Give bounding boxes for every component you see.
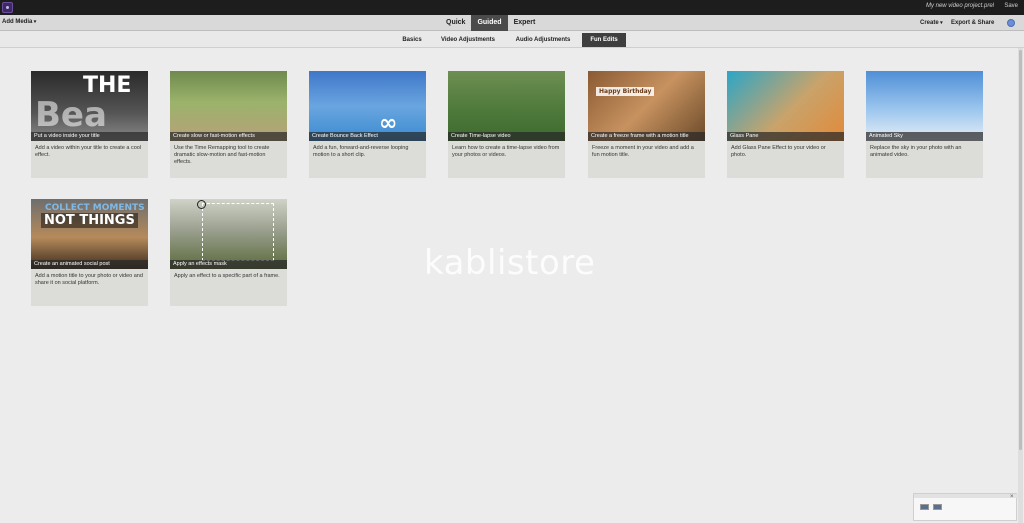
project-name: My new video project.prel [925, 3, 994, 9]
tile-description: Add a fun, forward-and-reverse looping m… [313, 145, 409, 158]
tile-description: Freeze a moment in your video and add a … [592, 145, 694, 158]
close-icon[interactable]: × [1010, 494, 1014, 500]
guided-tile[interactable]: Happy Birthday Create a freeze frame wit… [588, 71, 705, 178]
watermark-text: kablistore [424, 243, 596, 283]
mode-switcher: Quick Guided Expert [440, 15, 541, 31]
tab-guided[interactable]: Guided [471, 15, 508, 31]
tile-description: Use the Time Remapping tool to create dr… [174, 145, 270, 165]
subtab-video-adjustments[interactable]: Video Adjustments [438, 33, 498, 47]
mode-bar: Add Media Quick Guided Expert Create Exp… [0, 15, 1024, 31]
mini-clip-thumbnail[interactable] [920, 504, 929, 510]
guided-tile[interactable]: Create slow or fast-motion effects Use t… [170, 71, 287, 178]
tile-thumbnail: THE Bea Put a video inside your title [31, 71, 148, 141]
subtab-fun-edits[interactable]: Fun Edits [582, 33, 626, 47]
thumb-title-text: COLLECT MOMENTS [45, 203, 145, 213]
tile-description: Add Glass Pane Effect to your video or p… [731, 145, 826, 158]
tile-caption: Create Time-lapse video [448, 132, 565, 141]
tile-caption: Create an animated social post [31, 260, 148, 269]
export-share-button[interactable]: Export & Share [951, 20, 994, 26]
mini-timeline-panel[interactable]: × [913, 493, 1018, 521]
mini-clip-thumbnail[interactable] [933, 504, 942, 510]
subtab-audio-adjustments[interactable]: Audio Adjustments [512, 33, 574, 47]
tile-thumbnail: Create Time-lapse video [448, 71, 565, 141]
tile-description: Learn how to create a time-lapse video f… [452, 145, 560, 158]
tile-caption: Apply an effects mask [170, 260, 287, 269]
tile-thumbnail: COLLECT MOMENTS NOT THINGS Create an ani… [31, 199, 148, 269]
thumb-title-text-2: Bea [35, 95, 107, 135]
scrollbar-thumb[interactable] [1019, 50, 1022, 450]
thumb-title-text: Happy Birthday [596, 87, 655, 96]
tile-thumbnail: Animated Sky [866, 71, 983, 141]
guided-tile[interactable]: Glass Pane Add Glass Pane Effect to your… [727, 71, 844, 178]
tile-thumbnail: ∞ Create Bounce Back Effect [309, 71, 426, 141]
tile-caption: Animated Sky [866, 132, 983, 141]
add-media-button[interactable]: Add Media [2, 19, 36, 25]
save-button[interactable]: Save [1004, 3, 1018, 9]
guided-tile[interactable]: COLLECT MOMENTS NOT THINGS Create an ani… [31, 199, 148, 306]
tab-expert[interactable]: Expert [508, 15, 542, 31]
tile-caption: Put a video inside your title [31, 132, 148, 141]
app-logo-icon [2, 2, 13, 13]
title-bar: My new video project.prel Save [0, 0, 1024, 15]
guided-tile[interactable]: Create Time-lapse video Learn how to cre… [448, 71, 565, 178]
thumb-title-text-2: NOT THINGS [41, 213, 138, 228]
tile-description: Apply an effect to a specific part of a … [174, 273, 280, 279]
guided-tile[interactable]: THE Bea Put a video inside your title Ad… [31, 71, 148, 178]
guided-subtabs: Basics Video Adjustments Audio Adjustmen… [0, 31, 1024, 48]
mini-panel-header [914, 494, 1018, 498]
tile-description: Replace the sky in your photo with an an… [870, 145, 962, 158]
tile-caption: Create slow or fast-motion effects [170, 132, 287, 141]
guided-tile[interactable]: Animated Sky Replace the sky in your pho… [866, 71, 983, 178]
tile-caption: Create Bounce Back Effect [309, 132, 426, 141]
guided-tile[interactable]: ∞ Create Bounce Back Effect Add a fun, f… [309, 71, 426, 178]
tab-quick[interactable]: Quick [440, 15, 471, 31]
guided-tile[interactable]: Apply an effects mask Apply an effect to… [170, 199, 287, 306]
tile-caption: Glass Pane [727, 132, 844, 141]
subtab-basics[interactable]: Basics [398, 33, 426, 47]
mask-outline [202, 203, 274, 261]
tile-thumbnail: Apply an effects mask [170, 199, 287, 269]
tile-thumbnail: Create slow or fast-motion effects [170, 71, 287, 141]
tile-caption: Create a freeze frame with a motion titl… [588, 132, 705, 141]
create-button[interactable]: Create [920, 20, 943, 26]
help-icon[interactable] [1007, 19, 1015, 27]
tile-description: Add a video within your title to create … [35, 145, 142, 158]
tile-thumbnail: Glass Pane [727, 71, 844, 141]
tile-description: Add a motion title to your photo or vide… [35, 273, 143, 286]
crosshair-icon [197, 200, 206, 209]
tile-thumbnail: Happy Birthday Create a freeze frame wit… [588, 71, 705, 141]
